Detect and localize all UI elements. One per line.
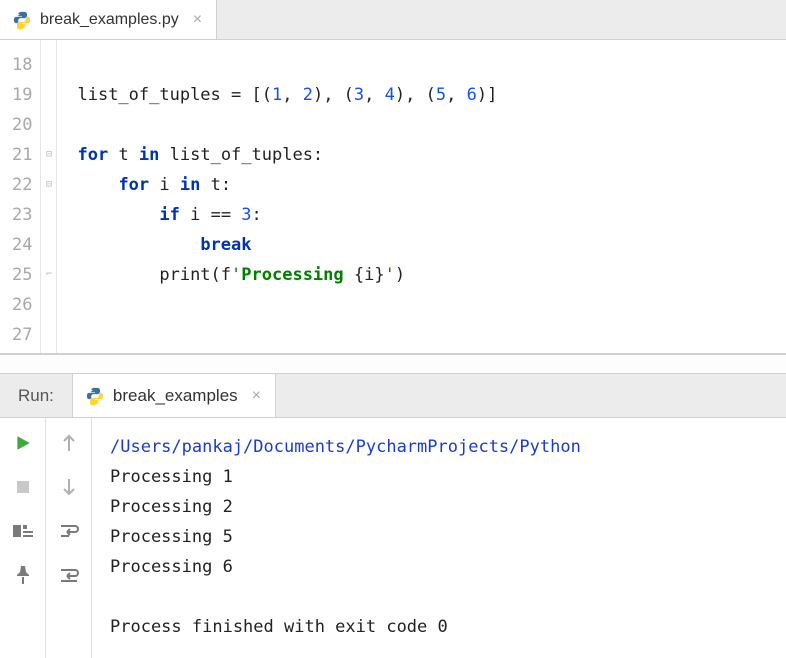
fold-marker: [41, 110, 56, 140]
line-number: 25: [12, 260, 32, 290]
code-content[interactable]: list_of_tuples = [(1, 2), (3, 4), (5, 6)…: [57, 40, 786, 353]
console-line: Processing 5: [110, 522, 776, 552]
console-output[interactable]: /Users/pankaj/Documents/PycharmProjects/…: [92, 418, 786, 658]
fold-marker[interactable]: ⊟: [41, 170, 56, 200]
code-line[interactable]: list_of_tuples = [(1, 2), (3, 4), (5, 6)…: [57, 80, 786, 110]
console-line: Processing 2: [110, 492, 776, 522]
console-line: Processing 6: [110, 552, 776, 582]
fold-marker[interactable]: ⌐: [41, 260, 56, 290]
fold-marker: [41, 230, 56, 260]
code-line[interactable]: break: [57, 230, 786, 260]
down-arrow-icon[interactable]: [56, 474, 82, 500]
editor-tab[interactable]: break_examples.py ×: [0, 0, 217, 39]
line-number: 22: [12, 170, 32, 200]
run-panel-label: Run:: [0, 386, 72, 406]
code-line[interactable]: for t in list_of_tuples:: [57, 140, 786, 170]
run-config-tab[interactable]: break_examples ×: [72, 374, 276, 417]
fold-marker: [41, 50, 56, 80]
line-number: 23: [12, 200, 32, 230]
line-number: 21: [12, 140, 32, 170]
console-exit-line: Process finished with exit code 0: [110, 612, 776, 642]
line-number: 27: [12, 320, 32, 350]
fold-marker: [41, 320, 56, 350]
run-toolbar-primary: [0, 418, 46, 658]
code-line[interactable]: [57, 110, 786, 140]
console-line: Processing 1: [110, 462, 776, 492]
close-icon[interactable]: ×: [193, 11, 202, 29]
line-number: 18: [12, 50, 32, 80]
stop-button[interactable]: [10, 474, 36, 500]
console-path-line: /Users/pankaj/Documents/PycharmProjects/…: [110, 432, 776, 462]
line-number-gutter: 18192021222324252627: [0, 40, 41, 353]
code-line[interactable]: print(f'Processing {i}'): [57, 260, 786, 290]
code-line[interactable]: for i in t:: [57, 170, 786, 200]
run-tab-bar: Run: break_examples ×: [0, 374, 786, 418]
soft-wrap-icon[interactable]: [56, 518, 82, 544]
run-body: /Users/pankaj/Documents/PycharmProjects/…: [0, 418, 786, 658]
pin-button[interactable]: [10, 562, 36, 588]
editor-area: 18192021222324252627 ⊟⊟ ⌐ list_of_tuples …: [0, 40, 786, 354]
python-file-icon: [85, 386, 105, 406]
line-number: 19: [12, 80, 32, 110]
fold-marker: [41, 200, 56, 230]
code-line[interactable]: [57, 290, 786, 320]
editor-tab-bar: break_examples.py ×: [0, 0, 786, 40]
line-number: 26: [12, 290, 32, 320]
fold-marker: [41, 80, 56, 110]
scroll-to-end-icon[interactable]: [56, 562, 82, 588]
code-line[interactable]: [57, 50, 786, 80]
run-config-label: break_examples: [113, 386, 238, 406]
code-line[interactable]: [57, 320, 786, 350]
editor-tab-label: break_examples.py: [40, 11, 179, 29]
python-file-icon: [12, 10, 32, 30]
code-line[interactable]: if i == 3:: [57, 200, 786, 230]
rerun-button[interactable]: [10, 430, 36, 456]
panel-divider[interactable]: [0, 354, 786, 374]
fold-column: ⊟⊟ ⌐: [41, 40, 57, 353]
run-toolbar-secondary: [46, 418, 92, 658]
close-icon[interactable]: ×: [252, 387, 261, 405]
line-number: 20: [12, 110, 32, 140]
run-panel: Run: break_examples ×: [0, 374, 786, 658]
up-arrow-icon[interactable]: [56, 430, 82, 456]
line-number: 24: [12, 230, 32, 260]
fold-marker[interactable]: ⊟: [41, 140, 56, 170]
fold-marker: [41, 290, 56, 320]
layout-button[interactable]: [10, 518, 36, 544]
